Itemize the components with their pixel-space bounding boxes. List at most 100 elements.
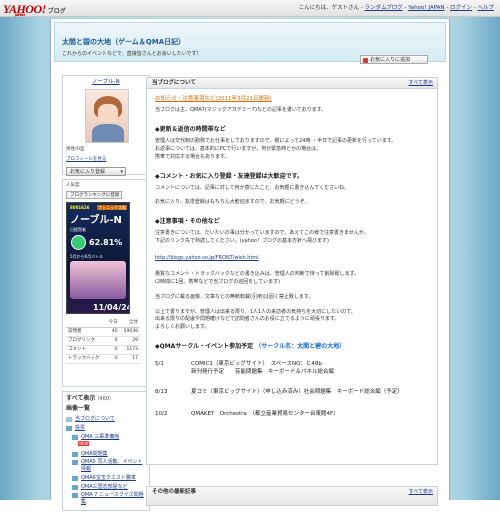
- stats-header-total: 全体: [119, 319, 140, 329]
- ranking-register-button[interactable]: ブログランキングに登録: [66, 191, 122, 200]
- profile-link[interactable]: プロフィールを見る: [66, 157, 106, 162]
- yahoo-logo[interactable]: YAHOO! ブログ JAPAN: [3, 1, 66, 17]
- event-title: 夏コミ（東京ビッグサイト）（申し込み済み）社会問題集 キーボード総合編（予定）: [191, 389, 403, 396]
- event-detail: 新刊発行予定 芸能問題集 キーボード＆パネル総合編: [191, 369, 335, 376]
- heart-icon: [363, 57, 368, 63]
- event-title: COMIC1（東京ビッグサイト） スペースNO：と48b: [191, 361, 322, 368]
- category-link[interactable]: QMA問題集: [72, 451, 146, 458]
- random-blog-link[interactable]: ランダムブログ: [365, 5, 403, 11]
- stats-today: 0: [105, 345, 120, 356]
- section-text: コメントについては、記事に対して何か感じたこと、お気軽に書き込んでくださいね。: [155, 184, 350, 191]
- event-title: QMAKET Orchestra （都立産業貿易センター台東館4F）: [191, 411, 339, 418]
- stats-today: 0: [105, 336, 120, 347]
- event-row: 10/2 QMAKET Orchestra （都立産業貿易センター台東館4F）: [155, 411, 429, 423]
- stats-header-today: 今日: [105, 319, 120, 329]
- yahoo-japan-link[interactable]: Yahoo! JAPAN: [408, 5, 444, 11]
- banner-character-image: [70, 261, 126, 300]
- banner-badge: フェニックス組: [97, 205, 127, 211]
- section-text: 悪質なコメント・トラックバックなどの書き込みは、管理人の判断で持って削除致します…: [155, 271, 360, 278]
- logo-blog-label: ブログ: [47, 8, 66, 15]
- section-text: 以上で書りますが、管理人は出来る限り、1人1人の来訪者の気持ちを大切にしたいので…: [155, 308, 356, 315]
- latest-articles-title: その他の最新記事: [152, 489, 197, 495]
- stats-today: 40: [105, 327, 120, 338]
- show-all-link[interactable]: すべて表示: [409, 78, 433, 88]
- category-link[interactable]: QMA6宝玉クエスト勝率: [72, 475, 146, 482]
- stats-total: 59039: [119, 327, 140, 338]
- circle-heading-text: ◆QMAサークル・イベント参加予定: [155, 342, 254, 350]
- help-link[interactable]: ヘルプ: [477, 5, 494, 11]
- articles-count: (460): [97, 396, 111, 402]
- category-link[interactable]: QMA三国志部屋など: [72, 484, 146, 491]
- stats-label: ブログリンク: [66, 336, 106, 347]
- card-title: 当ブログについて: [152, 80, 196, 86]
- banner-name: ノーブル-N: [70, 215, 122, 227]
- category-link[interactable]: QMA5 同人活動、イベント情報: [72, 459, 146, 473]
- table-row: ブログリンク 0 29: [66, 336, 140, 347]
- banner-rate: 62.81%: [89, 238, 123, 248]
- section-text: 出来る限りの配慮や問題確けなどで訪問者さんのお役に立てるように頑張ります。: [155, 316, 340, 323]
- section-text: 下記のリンク先で熟読してください。(yahoo！ブログの基本方針へ飛びます): [155, 237, 329, 244]
- intro-text: 当ブログは主、QMA7(マジックアカデミー7)などの記事を書いております。: [155, 107, 327, 114]
- latest-articles-card: その他の最新記事 すべて表示: [146, 486, 438, 506]
- section-text: (2時間に1回、携帯などで当ブログの巡回をしています): [155, 279, 281, 286]
- event-row: 8/13 夏コミ（東京ビッグサイト）（申し込み済み）社会問題集 キーボード総合編…: [155, 389, 429, 401]
- rank-label: 人気度: [66, 183, 80, 188]
- latest-show-all-link[interactable]: すべて表示: [409, 489, 433, 496]
- stats-total: 29: [119, 336, 140, 347]
- stats-label: 訪問者: [66, 327, 106, 338]
- section-text: お気に入り、友達登録はもちろん大歓迎ますので、お気軽にどうぞ。: [155, 199, 310, 206]
- sidebar: ノーブル-N 男性/O型 プロフィールを見る お気に入り登録 人気度 ブログラン…: [62, 75, 150, 515]
- section-heading: ◆更新＆返信の時間帯など: [155, 126, 226, 134]
- notice-link[interactable]: お知らせ・注意事項など(2011年3月21日更新): [155, 96, 272, 102]
- stats-total: 17: [119, 354, 140, 365]
- section-text: 当ブログに載る画像、文章などの無断転載(引用)は固く禁止致します。: [155, 293, 314, 300]
- banner-class: 日経賢者: [70, 227, 86, 233]
- section-text: よろしくお願いします。: [155, 324, 210, 331]
- event-row: 5/1 COMIC1（東京ビッグサイト） スペースNO：と48b 新刊発行予定 …: [155, 361, 429, 379]
- circle-heading: ◆QMAサークル・イベント参加予定 （サークル名：太閤と碧の大地）: [155, 343, 429, 351]
- table-row: 訪問者 40 59039: [66, 327, 140, 338]
- username-link[interactable]: ノーブル-N: [92, 79, 146, 86]
- about-blog-link[interactable]: 当ブログについて: [66, 416, 146, 423]
- section-heading: ◆注意事項・その他など: [155, 218, 220, 226]
- global-header: YAHOO! ブログ JAPAN こんにちは、ゲストさん - ランダムブログ - …: [0, 0, 500, 17]
- category-link[interactable]: QMA 7 ニュースクイズ問題集: [72, 492, 146, 506]
- banner-date: 11/04/24: [93, 303, 130, 313]
- gender-label: 男性/O型: [66, 147, 85, 153]
- category-link[interactable]: 投票: [66, 425, 146, 432]
- blog-title[interactable]: 太閤と碧の大地（ゲーム＆QMA日記）: [62, 38, 185, 47]
- favorite-select[interactable]: お気に入り登録: [66, 166, 126, 176]
- stats-label: コメント: [66, 345, 106, 356]
- top-links: こんにちは、ゲストさん - ランダムブログ - Yahoo! JAPAN - ロ…: [298, 5, 494, 11]
- new-badge: NEW: [78, 441, 90, 447]
- event-date: 8/13: [155, 389, 168, 396]
- stats-today: 0: [105, 354, 120, 365]
- articles-box: すべて表示 (460) 画像一覧 当ブログについて 投票 QMA 三軍準備館 N…: [62, 391, 150, 511]
- section-text: お返事については、基本的にPCで行いますが、何か緊急時とかの場合は、: [155, 146, 322, 153]
- qma-profile-banner[interactable]: 8001626 フェニックス組 ノーブル-N 日経賢者 62.81% 5月から6…: [66, 202, 130, 315]
- stats-total: 1173: [119, 345, 140, 356]
- ranking-box: 人気度 ブログランキングに登録 8001626 フェニックス組 ノーブル-N 日…: [62, 179, 150, 387]
- section-text: 管理人は交代制の勤務でお仕事をしておりますので、曜によって24時 ・半日で記事の…: [155, 138, 397, 145]
- event-date: 10/2: [155, 411, 168, 418]
- greeting-text: こんにちは、ゲストさん: [298, 5, 360, 11]
- section-text: 携帯で対応する場合もあります。: [155, 153, 230, 160]
- avatar[interactable]: [85, 89, 129, 144]
- category-link[interactable]: QMA 三軍準備館: [72, 434, 146, 441]
- section-text: 注意書きについては、だいたいの事は分かっていますので、あえてこの様で注意書きませ…: [155, 230, 369, 237]
- banner-sub: 5月から6月バトル: [70, 254, 104, 260]
- policy-url-link[interactable]: http://blogs.yahoo.co.jp/FRONT/wish.html: [155, 255, 429, 262]
- banner-emblem: [71, 235, 86, 251]
- visitor-stats-table: 今日 全体 訪問者 40 59039 ブログリンク 0 29 コメント 0 1173 トラック…: [66, 319, 140, 365]
- banner-id: 8001626: [70, 205, 90, 211]
- image-list-link[interactable]: 画像一覧: [66, 405, 146, 413]
- add-favorite-button[interactable]: お気に入りに追加: [360, 55, 428, 64]
- profile-box: ノーブル-N 男性/O型 プロフィールを見る お気に入り登録: [62, 75, 150, 176]
- login-link[interactable]: ログイン: [450, 5, 472, 11]
- all-articles-link[interactable]: すべて表示: [66, 395, 95, 402]
- stats-label: トラックバック: [66, 354, 106, 365]
- table-row: コメント 0 1173: [66, 345, 140, 356]
- main-content: 当ブログについて すべて表示 お知らせ・注意事項など(2011年3月21日更新)…: [146, 77, 438, 465]
- blog-description: これからのイベントなどで、直接皆さんとお会いしたいです！: [62, 51, 202, 57]
- section-heading: ◆コメント・お気に入り登録・友達登録は大歓迎です。: [155, 172, 304, 180]
